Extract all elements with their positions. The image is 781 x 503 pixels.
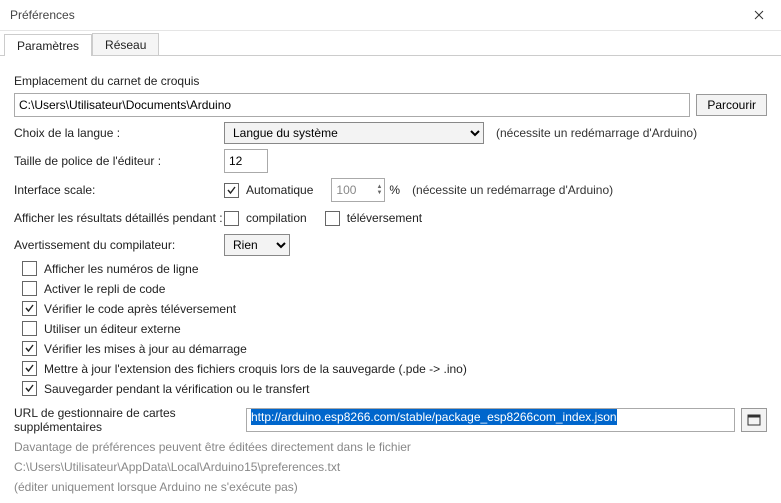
verbose-compile-checkbox[interactable] <box>224 211 239 226</box>
scale-label: Interface scale: <box>14 183 224 197</box>
scale-value-stepper[interactable]: 100 ▲▼ <box>331 178 385 202</box>
external-editor-label: Utiliser un éditeur externe <box>44 322 181 336</box>
language-label: Choix de la langue : <box>14 126 224 140</box>
tab-bar: Paramètres Réseau <box>0 31 781 56</box>
verify-after-upload-label: Vérifier le code après téléversement <box>44 302 236 316</box>
language-note: (nécessite un redémarrage d'Arduino) <box>496 126 697 140</box>
check-updates-checkbox[interactable] <box>22 341 37 356</box>
verbose-label: Afficher les résultats détaillés pendant… <box>14 211 224 225</box>
save-verify-checkbox[interactable] <box>22 381 37 396</box>
titlebar: Préférences <box>0 0 781 31</box>
boards-url-input[interactable]: http://arduino.esp8266.com/stable/packag… <box>246 408 735 432</box>
browse-button[interactable]: Parcourir <box>696 94 767 116</box>
code-folding-label: Activer le repli de code <box>44 282 165 296</box>
update-ext-label: Mettre à jour l'extension des fichiers c… <box>44 362 467 376</box>
footer-line1: Davantage de préférences peuvent être éd… <box>14 440 767 454</box>
check-updates-label: Vérifier les mises à jour au démarrage <box>44 342 247 356</box>
line-numbers-label: Afficher les numéros de ligne <box>44 262 199 276</box>
settings-panel: Emplacement du carnet de croquis Parcour… <box>0 56 781 503</box>
language-select[interactable]: Langue du système <box>224 122 484 144</box>
boards-url-expand-button[interactable] <box>741 408 767 432</box>
line-numbers-checkbox[interactable] <box>22 261 37 276</box>
window-title: Préférences <box>10 8 75 22</box>
scale-auto-checkbox[interactable] <box>224 183 239 198</box>
code-folding-checkbox[interactable] <box>22 281 37 296</box>
verbose-compile-label: compilation <box>246 211 307 225</box>
verbose-upload-label: téléversement <box>347 211 422 225</box>
footer-line3: (éditer uniquement lorsque Arduino ne s'… <box>14 480 767 494</box>
window-icon <box>747 414 761 426</box>
scale-suffix: % <box>389 183 400 197</box>
scale-auto-label: Automatique <box>246 183 313 197</box>
tab-settings[interactable]: Paramètres <box>4 34 92 56</box>
sketchbook-path-input[interactable] <box>14 93 690 117</box>
tab-network[interactable]: Réseau <box>92 33 159 55</box>
boards-url-label: URL de gestionnaire de cartes supplément… <box>14 406 246 434</box>
update-ext-checkbox[interactable] <box>22 361 37 376</box>
fontsize-label: Taille de police de l'éditeur : <box>14 154 224 168</box>
verify-after-upload-checkbox[interactable] <box>22 301 37 316</box>
sketchbook-label: Emplacement du carnet de croquis <box>14 74 767 88</box>
save-verify-label: Sauvegarder pendant la vérification ou l… <box>44 382 310 396</box>
verbose-upload-checkbox[interactable] <box>325 211 340 226</box>
stepper-arrows-icon: ▲▼ <box>376 184 382 196</box>
warnings-label: Avertissement du compilateur: <box>14 238 224 252</box>
fontsize-input[interactable] <box>224 149 268 173</box>
close-icon <box>754 10 764 20</box>
scale-note: (nécessite un redémarrage d'Arduino) <box>412 183 613 197</box>
external-editor-checkbox[interactable] <box>22 321 37 336</box>
warnings-select[interactable]: Rien <box>224 234 290 256</box>
footer-line2: C:\Users\Utilisateur\AppData\Local\Ardui… <box>14 460 767 474</box>
close-button[interactable] <box>736 0 781 30</box>
